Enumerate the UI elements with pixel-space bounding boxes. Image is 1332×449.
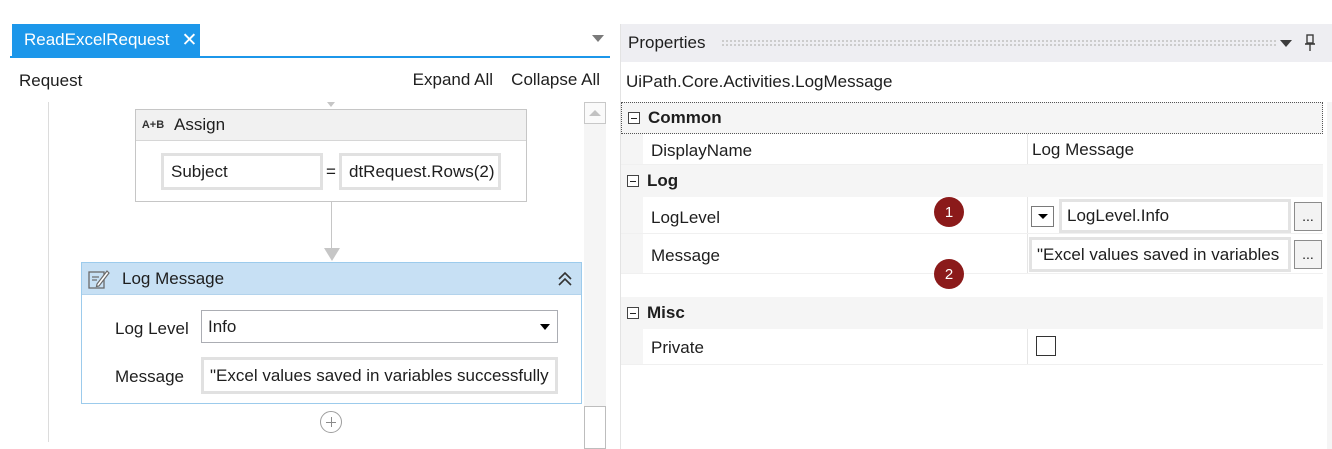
activity-title: Log Message	[122, 268, 225, 288]
category-common[interactable]: Common	[621, 102, 1323, 134]
displayname-value[interactable]: Log Message	[1032, 140, 1134, 160]
property-name: LogLevel	[651, 208, 721, 227]
arrow-down-icon	[324, 248, 340, 261]
expand-all-button[interactable]: Expand All	[413, 70, 493, 90]
document-tabstrip: ReadExcelRequest ✕	[10, 24, 610, 58]
properties-titlebar: Properties	[621, 24, 1332, 62]
assign-activity[interactable]: A+B Assign Subject = dtRequest.Rows(2)	[135, 109, 527, 202]
log-message-activity[interactable]: Log Message Log Level Info Message "Exce…	[81, 262, 582, 404]
property-grid: Common DisplayName Log Message Log LogLe…	[621, 102, 1327, 449]
flow-connector	[331, 202, 332, 250]
message-property-input[interactable]: "Excel values saved in variables	[1029, 237, 1291, 272]
assign-value-field[interactable]: dtRequest.Rows(2)	[339, 153, 501, 190]
property-row-displayname: DisplayName Log Message	[621, 134, 1323, 165]
breadcrumb[interactable]: Request	[10, 71, 82, 91]
sequence-boundary	[48, 102, 49, 442]
private-checkbox[interactable]	[1036, 336, 1056, 356]
log-message-icon	[84, 267, 114, 291]
tab-list-dropdown-icon[interactable]	[592, 35, 604, 42]
scroll-thumb[interactable]	[584, 406, 606, 449]
activity-title: Assign	[174, 115, 226, 134]
category-misc[interactable]: Misc	[621, 297, 1323, 329]
collapse-toggle-icon[interactable]	[627, 307, 639, 319]
callout-badge-2: 2	[934, 259, 964, 289]
panel-title: Properties	[628, 33, 706, 52]
pin-icon[interactable]	[1303, 34, 1317, 52]
loglevel-dropdown-button[interactable]	[1031, 206, 1054, 227]
log-level-select[interactable]: Info	[201, 310, 558, 343]
loglevel-ellipsis-button[interactable]: ...	[1294, 202, 1322, 231]
callout-badge-1: 1	[934, 197, 964, 227]
close-icon[interactable]: ✕	[182, 31, 198, 50]
collapse-all-button[interactable]: Collapse All	[511, 70, 600, 90]
collapse-chevrons-icon[interactable]	[555, 269, 575, 289]
category-label: Log	[647, 171, 679, 190]
property-row-message: Message "Excel values saved in variables…	[621, 234, 1323, 274]
tab-readexcelrequest[interactable]: ReadExcelRequest ✕	[12, 24, 200, 56]
scroll-up-button[interactable]	[584, 102, 606, 124]
equals-sign: =	[326, 162, 336, 181]
message-input[interactable]: "Excel values saved in variables success…	[201, 357, 558, 394]
vertical-scrollbar[interactable]	[584, 102, 606, 449]
chevron-down-icon	[540, 324, 550, 330]
message-label: Message	[115, 367, 184, 386]
property-row-loglevel: LogLevel LogLevel.Info ...	[621, 197, 1323, 234]
assign-to-field[interactable]: Subject	[161, 153, 323, 190]
drag-grip[interactable]	[721, 39, 1276, 47]
category-log[interactable]: Log	[621, 165, 1323, 197]
property-row-private: Private	[621, 329, 1323, 365]
assign-icon: A+B	[141, 119, 165, 131]
activity-type-name: UiPath.Core.Activities.LogMessage	[621, 62, 1332, 102]
property-name: DisplayName	[651, 141, 753, 160]
collapse-toggle-icon[interactable]	[628, 112, 640, 124]
collapse-toggle-icon[interactable]	[627, 175, 639, 187]
workflow-designer: ReadExcelRequest ✕ Request Expand All Co…	[0, 0, 612, 449]
pane-splitter[interactable]	[612, 0, 620, 449]
property-name: Private	[651, 338, 704, 357]
assign-header: A+B Assign	[136, 110, 526, 141]
designer-toolbar: Request Expand All Collapse All	[10, 60, 610, 102]
category-label: Common	[648, 108, 722, 127]
window-position-dropdown-icon[interactable]	[1280, 40, 1292, 47]
message-ellipsis-button[interactable]: ...	[1294, 240, 1322, 269]
tab-label: ReadExcelRequest	[24, 30, 170, 49]
category-label: Misc	[647, 303, 685, 322]
log-level-value: Info	[208, 316, 237, 336]
log-message-header: Log Message	[82, 263, 581, 295]
add-activity-plus-icon[interactable]	[320, 411, 342, 433]
loglevel-input[interactable]: LogLevel.Info	[1059, 199, 1291, 233]
incoming-arrow-icon	[327, 102, 335, 107]
property-name: Message	[651, 246, 720, 265]
properties-panel: Properties UiPath.Core.Activities.LogMes…	[620, 24, 1332, 449]
log-level-label: Log Level	[115, 319, 189, 338]
